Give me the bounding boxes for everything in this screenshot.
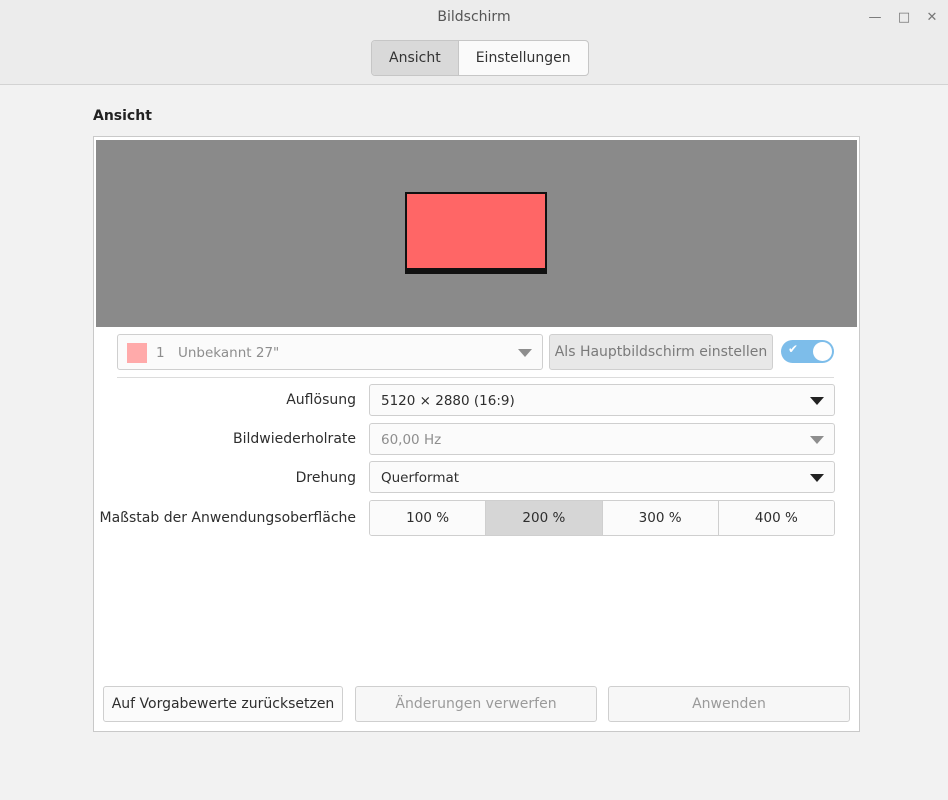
monitor-name: Unbekannt 27": [178, 345, 280, 361]
chevron-down-icon: [518, 349, 532, 357]
monitor-color-swatch: [127, 343, 147, 363]
rotation-value: Querformat: [381, 470, 460, 486]
tab-bar: Ansicht Einstellungen: [371, 40, 589, 76]
scale-option-400[interactable]: 400 %: [718, 501, 834, 535]
rotation-select[interactable]: Querformat: [369, 461, 835, 493]
scale-label: Maßstab der Anwendungsoberfläche: [99, 510, 356, 526]
refresh-label: Bildwiederholrate: [233, 431, 356, 447]
window-title: Bildschirm: [437, 9, 511, 25]
check-icon: ✔: [788, 342, 799, 356]
refresh-value: 60,00 Hz: [381, 432, 442, 448]
close-icon[interactable]: ✕: [921, 8, 943, 28]
discard-changes-button[interactable]: Änderungen verwerfen: [355, 686, 597, 722]
chevron-down-icon: [810, 474, 824, 482]
reset-defaults-button[interactable]: Auf Vorgabewerte zurücksetzen: [103, 686, 343, 722]
maximize-icon[interactable]: □: [893, 8, 915, 28]
resolution-label: Auflösung: [286, 392, 356, 408]
rotation-label: Drehung: [295, 470, 356, 486]
apply-button[interactable]: Anwenden: [608, 686, 850, 722]
monitor-select[interactable]: 1 Unbekannt 27": [117, 334, 543, 370]
monitor-rect[interactable]: [405, 192, 547, 270]
chevron-down-icon: [810, 397, 824, 405]
tab-einstellungen[interactable]: Einstellungen: [459, 41, 588, 75]
tab-ansicht[interactable]: Ansicht: [372, 41, 459, 75]
divider: [117, 377, 834, 378]
resolution-value: 5120 × 2880 (16:9): [381, 393, 515, 409]
monitor-enable-toggle[interactable]: ✔: [781, 340, 834, 363]
resolution-select[interactable]: 5120 × 2880 (16:9): [369, 384, 835, 416]
chevron-down-icon: [810, 436, 824, 444]
scale-option-200[interactable]: 200 %: [486, 501, 603, 535]
scale-option-100[interactable]: 100 %: [370, 501, 487, 535]
scale-option-300[interactable]: 300 %: [602, 501, 719, 535]
toggle-knob: [813, 342, 832, 361]
scale-selector: 100 % 200 % 300 % 400 %: [369, 500, 835, 536]
refresh-select: 60,00 Hz: [369, 423, 835, 455]
monitor-number: 1: [156, 345, 165, 361]
titlebar: Bildschirm — □ ✕ Ansicht Einstellungen: [0, 0, 948, 85]
section-title: Ansicht: [93, 108, 152, 124]
minimize-icon[interactable]: —: [864, 8, 886, 28]
set-primary-button[interactable]: Als Hauptbildschirm einstellen: [549, 334, 773, 370]
